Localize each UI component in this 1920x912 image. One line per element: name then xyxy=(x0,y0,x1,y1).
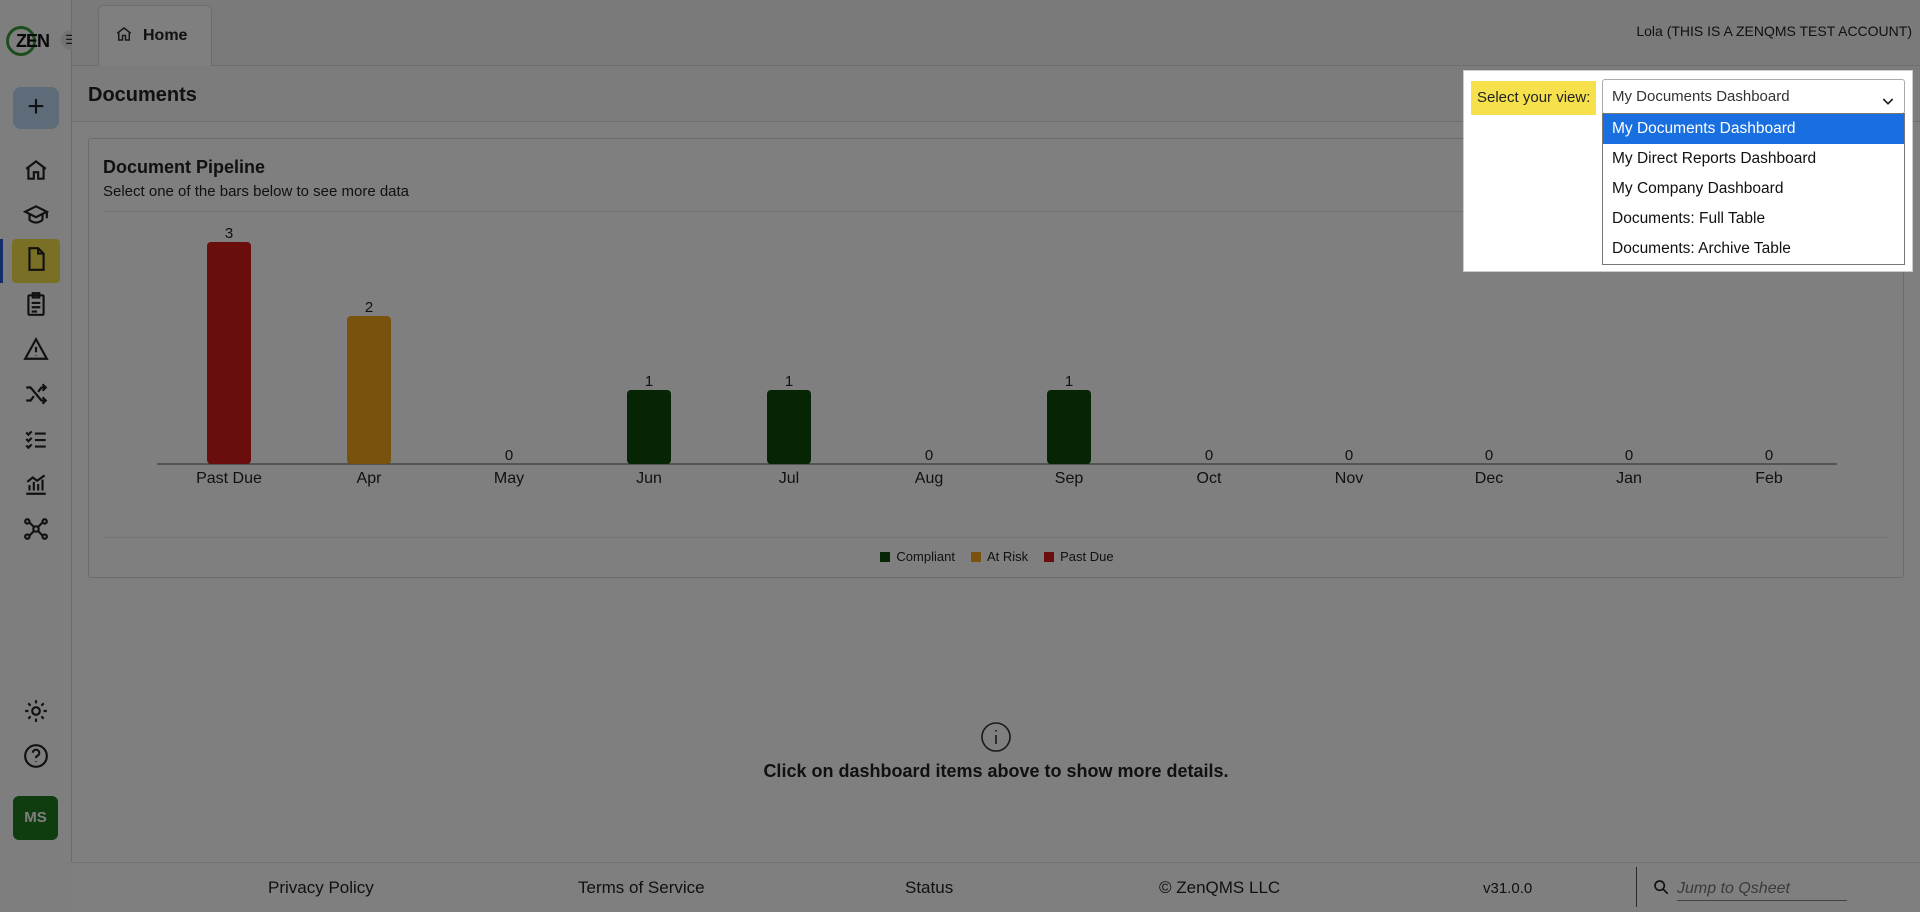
chevron-down-icon xyxy=(1880,88,1896,105)
view-dropdown-list: My Documents Dashboard My Direct Reports… xyxy=(1602,113,1905,265)
view-option[interactable]: My Company Dashboard xyxy=(1603,174,1904,204)
view-option[interactable]: Documents: Archive Table xyxy=(1603,234,1904,264)
view-option[interactable]: Documents: Full Table xyxy=(1603,204,1904,234)
view-option[interactable]: My Documents Dashboard xyxy=(1603,114,1904,144)
view-selector-panel: Select your view: My Documents Dashboard… xyxy=(1463,70,1913,272)
select-view-label: Select your view: xyxy=(1471,81,1597,115)
view-select[interactable]: My Documents Dashboard xyxy=(1602,79,1905,114)
view-select-value: My Documents Dashboard xyxy=(1612,88,1790,105)
view-option[interactable]: My Direct Reports Dashboard xyxy=(1603,144,1904,174)
